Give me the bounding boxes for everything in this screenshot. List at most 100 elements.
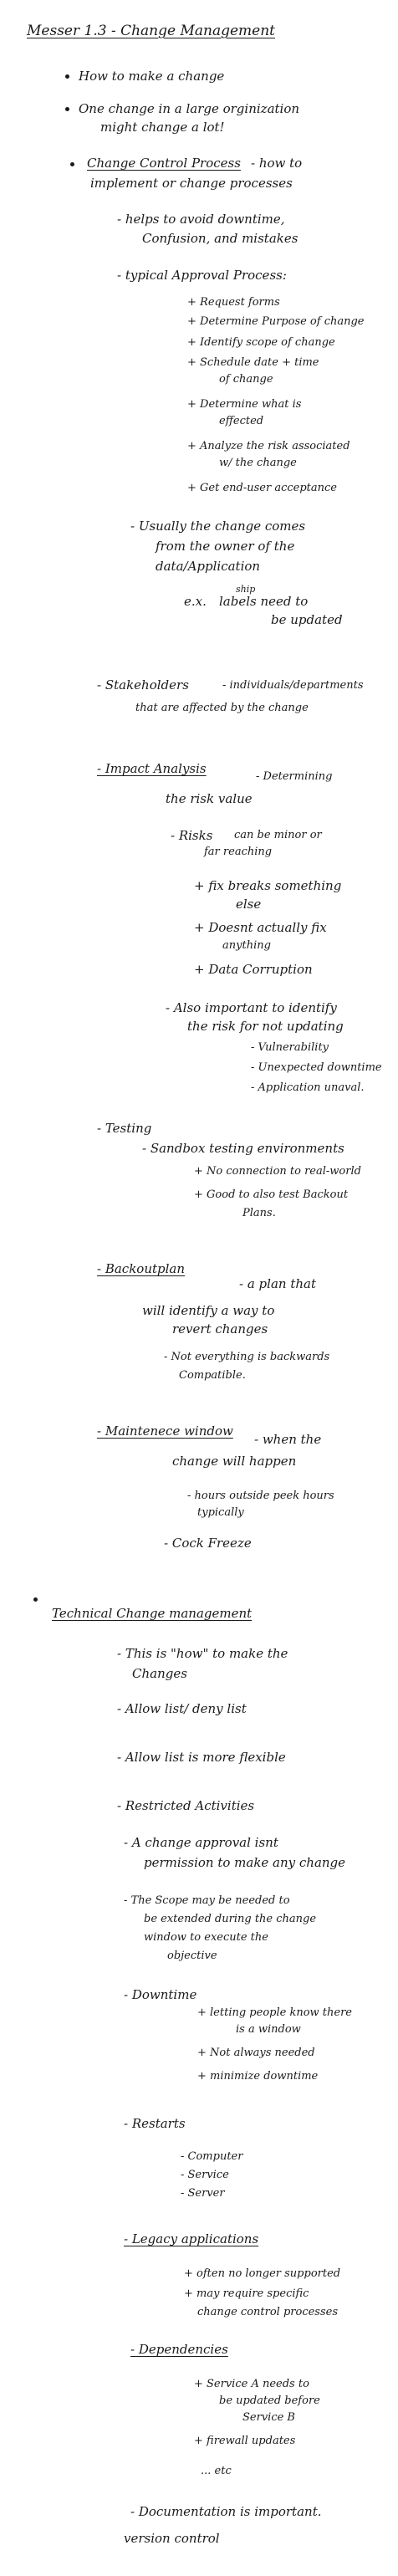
note-line: + Identify scope of change [187, 336, 335, 349]
note-line: from the owner of the [156, 539, 295, 554]
note-line: - how to [251, 156, 303, 171]
note-line: is a window [236, 2023, 301, 2036]
note-line: w/ the change [219, 457, 297, 469]
note-line: + Data Corruption [194, 962, 313, 977]
bullet-icon [33, 1597, 38, 1602]
note-line: + No connection to real-world [194, 1165, 361, 1178]
note-line: + Request forms [187, 296, 280, 309]
note-line: - Application unaval. [251, 1081, 365, 1094]
note-line: + Get end-user acceptance [187, 482, 337, 494]
note-line: - Documentation is important. [130, 2504, 322, 2519]
note-line: - Downtime [124, 1987, 197, 2002]
note-heading: - Dependencies [130, 2342, 228, 2357]
note-line: - typical Approval Process: [117, 268, 287, 283]
bullet-icon [65, 107, 69, 111]
note-line: - Stakeholders [97, 677, 189, 693]
page-title: Messer 1.3 - Change Management [27, 23, 276, 39]
note-line: will identify a way to [142, 1303, 275, 1318]
note-heading: Change Control Process [87, 156, 241, 171]
note-heading: Technical Change management [52, 1606, 253, 1621]
note-line: typically [197, 1506, 244, 1519]
note-line: can be minor or [234, 829, 322, 841]
note-line: Changes [132, 1666, 187, 1681]
note-line: + Doesnt actually fix [194, 920, 327, 935]
note-line: Service B [242, 2411, 295, 2424]
note-line: - Unexpected downtime [251, 1061, 382, 1074]
note-line: - Allow list/ deny list [117, 1701, 247, 1716]
note-line: - Testing [97, 1121, 152, 1136]
note-line: + Service A needs to [194, 2378, 309, 2390]
note-heading: - Legacy applications [124, 2231, 259, 2246]
note-line: - Vulnerability [251, 1041, 329, 1054]
note-heading: - Maintenece window [97, 1423, 233, 1439]
note-line: - Server [181, 2187, 225, 2200]
note-line: objective [167, 1950, 217, 1962]
note-line: - individuals/departments [222, 679, 364, 692]
note-line: - Risks [171, 828, 213, 843]
note-line: that are affected by the change [135, 702, 309, 714]
note-line: One change in a large orginization [79, 101, 300, 116]
note-line: be extended during the change [144, 1913, 317, 1925]
note-line: - This is "how" to make the [117, 1646, 288, 1661]
note-line: implement or change processes [90, 176, 293, 191]
notes-page: Messer 1.3 - Change Management How to ma… [0, 0, 398, 2576]
note-line: + minimize downtime [197, 2070, 319, 2083]
note-line: - Computer [181, 2150, 243, 2163]
note-line: - Usually the change comes [130, 519, 306, 534]
note-line: of change [219, 373, 273, 386]
note-line: - hours outside peek hours [187, 1490, 334, 1502]
note-line: else [236, 897, 262, 912]
note-line: Compatible. [179, 1369, 246, 1382]
note-line: + Analyze the risk associated [187, 440, 350, 452]
note-line: - Not everything is backwards [164, 1351, 330, 1363]
note-line: labels need to [219, 594, 309, 609]
note-line: + fix breaks something [194, 878, 342, 893]
note-line: e.x. [184, 594, 207, 609]
note-line: - a plan that [239, 1276, 316, 1291]
note-line: - A change approval isnt [124, 1835, 278, 1850]
note-line: the risk for not updating [187, 1019, 344, 1034]
note-heading: - Impact Analysis [97, 761, 207, 776]
note-line: + often no longer supported [184, 2267, 341, 2280]
note-line: - Determining [256, 770, 333, 783]
note-line: - Cock Freeze [164, 1536, 252, 1551]
note-line: - helps to avoid downtime, [117, 212, 285, 227]
note-line: Confusion, and mistakes [142, 231, 298, 246]
note-line: - Restricted Activities [117, 1798, 255, 1813]
bullet-icon [70, 162, 74, 166]
note-line: be updated before [219, 2395, 320, 2407]
note-line: - Restarts [124, 2116, 186, 2131]
note-line: - Allow list is more flexible [117, 1750, 286, 1765]
note-line: - Also important to identify [166, 1000, 337, 1015]
note-line: How to make a change [79, 69, 225, 84]
note-line: + Good to also test Backout [194, 1188, 349, 1201]
note-heading: - Backoutplan [97, 1261, 186, 1276]
note-line: change will happen [172, 1454, 297, 1469]
note-line: change control processes [197, 2306, 339, 2318]
note-line: effected [219, 415, 264, 427]
note-line: version control [124, 2531, 220, 2546]
note-line: + letting people know there [197, 2006, 352, 2019]
note-line: data/Application [156, 559, 261, 574]
note-line: be updated [271, 612, 343, 627]
note-line: + Determine what is [187, 398, 302, 411]
bullet-icon [65, 74, 69, 79]
note-line: + Schedule date + time [187, 356, 319, 369]
note-line: revert changes [172, 1321, 268, 1337]
note-line: the risk value [166, 791, 253, 806]
note-line: permission to make any change [144, 1855, 346, 1870]
note-line: far reaching [204, 846, 273, 858]
note-line: + firewall updates [194, 2435, 296, 2447]
note-line: Plans. [242, 1207, 276, 1219]
note-line: anything [222, 939, 271, 952]
note-line: + may require specific [184, 2287, 309, 2300]
note-line: + Not always needed [197, 2047, 315, 2059]
note-line: - The Scope may be needed to [124, 1894, 290, 1907]
note-line: - when the [254, 1432, 322, 1447]
note-line: - Sandbox testing environments [142, 1141, 344, 1156]
note-line: + Determine Purpose of change [187, 315, 365, 328]
note-line: window to execute the [144, 1931, 268, 1944]
note-line: ... etc [201, 2465, 232, 2477]
note-line: - Service [181, 2169, 229, 2181]
note-line: might change a lot! [100, 120, 225, 135]
